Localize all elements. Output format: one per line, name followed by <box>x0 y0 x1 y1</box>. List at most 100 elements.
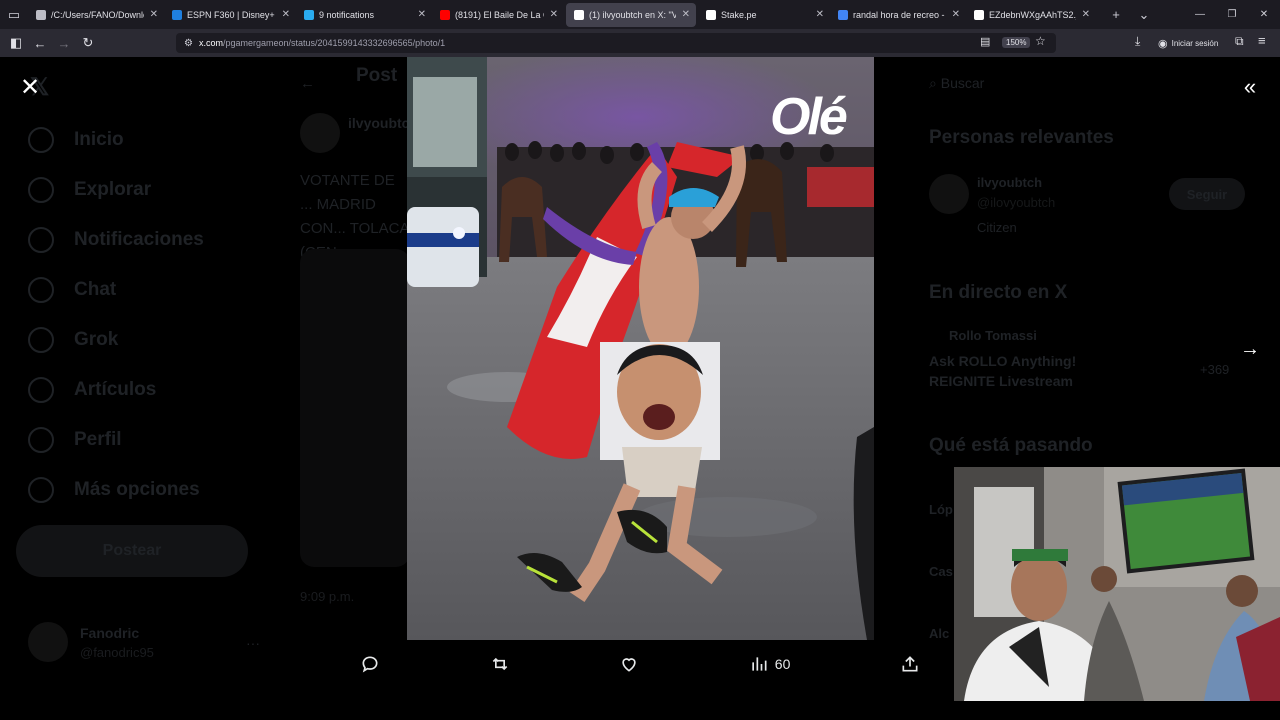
minimize-icon[interactable]: — <box>1184 0 1216 29</box>
relevant-name[interactable]: ilvyoubtch <box>977 175 1042 190</box>
like-button[interactable] <box>619 654 639 674</box>
next-photo-arrow-icon[interactable]: → <box>1238 337 1262 361</box>
new-tab-icon[interactable]: + <box>1102 0 1130 29</box>
post-button[interactable]: Postear <box>16 525 248 577</box>
browser-tab[interactable]: EZdebnWXgAAhTS2.jpg (Im ✕ <box>966 0 1096 29</box>
sidebar-item-label: Grok <box>74 329 119 350</box>
articles-icon <box>28 377 54 403</box>
browser-tab[interactable]: ESPN F360 | Disney+ ✕ <box>164 0 296 29</box>
close-tab-icon[interactable]: ✕ <box>418 9 426 20</box>
live-event-subtitle: REIGNITE Livestream <box>929 373 1073 389</box>
tab-overflow-chevron-icon[interactable]: ⌄ <box>1130 0 1158 29</box>
sidebar-item-label: Inicio <box>74 129 124 150</box>
sidebar-toggle-icon[interactable]: ◧ <box>4 29 28 57</box>
url-bar[interactable]: ⚙ x.com /pgamergameon/status/20415991433… <box>176 33 1056 53</box>
restore-icon[interactable]: ❐ <box>1216 0 1248 29</box>
download-icon[interactable]: ⤓ <box>1135 34 1140 49</box>
relevant-bio: Citizen <box>977 220 1017 235</box>
close-window-icon[interactable]: ✕ <box>1248 0 1280 29</box>
post-header: Post <box>356 65 398 86</box>
explore-icon <box>28 177 54 203</box>
signin-button[interactable]: ◉ Iniciar sesión <box>1158 34 1218 52</box>
trend-item[interactable]: Cas <box>929 564 953 579</box>
url-path: /pgamergameon/status/2041599143332696565… <box>222 38 446 48</box>
browser-tab[interactable]: (8191) El Baile De La Gamb ✕ <box>432 0 564 29</box>
sidebar-item-grok[interactable]: Grok <box>28 327 118 353</box>
tab-bar: ▭ /C:/Users/FANO/Downloads/ch✕ESPN F360 … <box>0 0 1280 29</box>
stake-icon <box>706 9 716 20</box>
tab-title: ESPN F360 | Disney+ <box>187 9 275 20</box>
repost-icon <box>492 657 507 671</box>
share-button[interactable] <box>900 654 920 674</box>
zoom-level[interactable]: 150% <box>1002 37 1031 48</box>
browser-tab[interactable]: (1) ilvyoubtch en X: "VOTAN ✕ <box>566 2 696 27</box>
live-event[interactable]: Ask ROLLO Anything! <box>929 353 1076 369</box>
trending-title: Qué está pasando <box>929 435 1093 456</box>
share-icon <box>902 656 918 672</box>
menu-icon[interactable]: ≡ <box>1258 33 1266 48</box>
relevant-title: Personas relevantes <box>929 127 1114 148</box>
relevant-avatar[interactable] <box>929 174 969 214</box>
ole-watermark: Olé <box>770 88 848 146</box>
close-tab-icon[interactable]: ✕ <box>550 9 558 20</box>
tab-list-icon[interactable]: ▭ <box>0 0 28 29</box>
close-tab-icon[interactable]: ✕ <box>682 9 690 20</box>
sidebar-item-chat[interactable]: Chat <box>28 277 116 303</box>
search-placeholder: Buscar <box>940 75 985 91</box>
close-tab-icon[interactable]: ✕ <box>816 9 824 20</box>
tab-title: /C:/Users/FANO/Downloads/ch <box>51 9 144 20</box>
repost-button[interactable] <box>490 654 510 674</box>
sidebar-item-articles[interactable]: Artículos <box>28 377 156 403</box>
tab-title: (8191) El Baile De La Gamb <box>455 9 544 20</box>
sidebar-item-label: Más opciones <box>74 479 200 500</box>
close-tab-icon[interactable]: ✕ <box>952 9 960 20</box>
collapse-panel-icon[interactable]: « <box>1238 74 1262 99</box>
x-icon <box>574 9 584 20</box>
account-icon: ◉ <box>1158 37 1168 50</box>
grok-icon <box>28 327 54 353</box>
url-host: x.com <box>198 38 223 48</box>
file-icon <box>36 9 46 20</box>
live-count: +369 <box>1200 362 1230 377</box>
back-arrow-icon[interactable]: ← <box>300 75 315 92</box>
browser-tab[interactable]: Stake.pe ✕ <box>698 0 830 29</box>
sidebar-item-profile[interactable]: Perfil <box>28 427 122 453</box>
bookmark-star-icon[interactable]: ☆ <box>1035 34 1046 48</box>
post-avatar[interactable] <box>300 113 340 153</box>
more-icon[interactable]: ··· <box>246 635 260 651</box>
account-name: Fanodric <box>80 625 140 641</box>
extensions-icon[interactable]: ⧉ <box>1235 34 1244 49</box>
sidebar-item-label: Artículos <box>74 379 157 400</box>
back-icon[interactable]: ← <box>28 29 52 57</box>
avatar[interactable] <box>28 622 68 662</box>
close-tab-icon[interactable]: ✕ <box>1082 9 1090 20</box>
post-time: 9:09 p.m. <box>300 589 355 604</box>
trend-item[interactable]: Alc <box>929 626 949 641</box>
close-tab-icon[interactable]: ✕ <box>150 9 158 20</box>
account-handle: @fanodric95 <box>80 645 154 660</box>
close-tab-icon[interactable]: ✕ <box>282 9 290 20</box>
sidebar-item-home[interactable]: Inicio <box>28 127 124 153</box>
reader-view-icon[interactable]: ▤ <box>980 35 990 48</box>
disney-icon <box>172 9 182 20</box>
browser-tab[interactable]: /C:/Users/FANO/Downloads/ch ✕ <box>28 0 164 29</box>
browser-tab[interactable]: 9 notifications ✕ <box>296 0 432 29</box>
reply-icon <box>362 656 378 673</box>
sidebar-item-more[interactable]: Más opciones <box>28 477 200 503</box>
views-button[interactable]: 60 <box>749 654 790 674</box>
close-lightbox-icon[interactable]: ✕ <box>18 74 42 101</box>
search-box[interactable]: ⌕ Buscar <box>929 75 984 92</box>
more-icon <box>28 477 54 503</box>
follow-button[interactable]: Seguir <box>1169 178 1245 210</box>
reply-button[interactable] <box>360 654 380 674</box>
sidebar-item-notifications[interactable]: Notificaciones <box>28 227 204 253</box>
post-media-dim <box>300 249 410 567</box>
webcam-overlay <box>954 467 1280 701</box>
browser-tab[interactable]: randal hora de recreo - Bus ✕ <box>830 0 966 29</box>
forward-icon[interactable]: → <box>52 29 76 57</box>
reload-icon[interactable]: ↻ <box>76 29 100 57</box>
sidebar-item-explore[interactable]: Explorar <box>28 177 151 203</box>
trend-item[interactable]: Lóp <box>929 502 953 517</box>
telegram-icon <box>304 9 314 20</box>
site-info-icon[interactable]: ⚙ <box>184 38 193 49</box>
